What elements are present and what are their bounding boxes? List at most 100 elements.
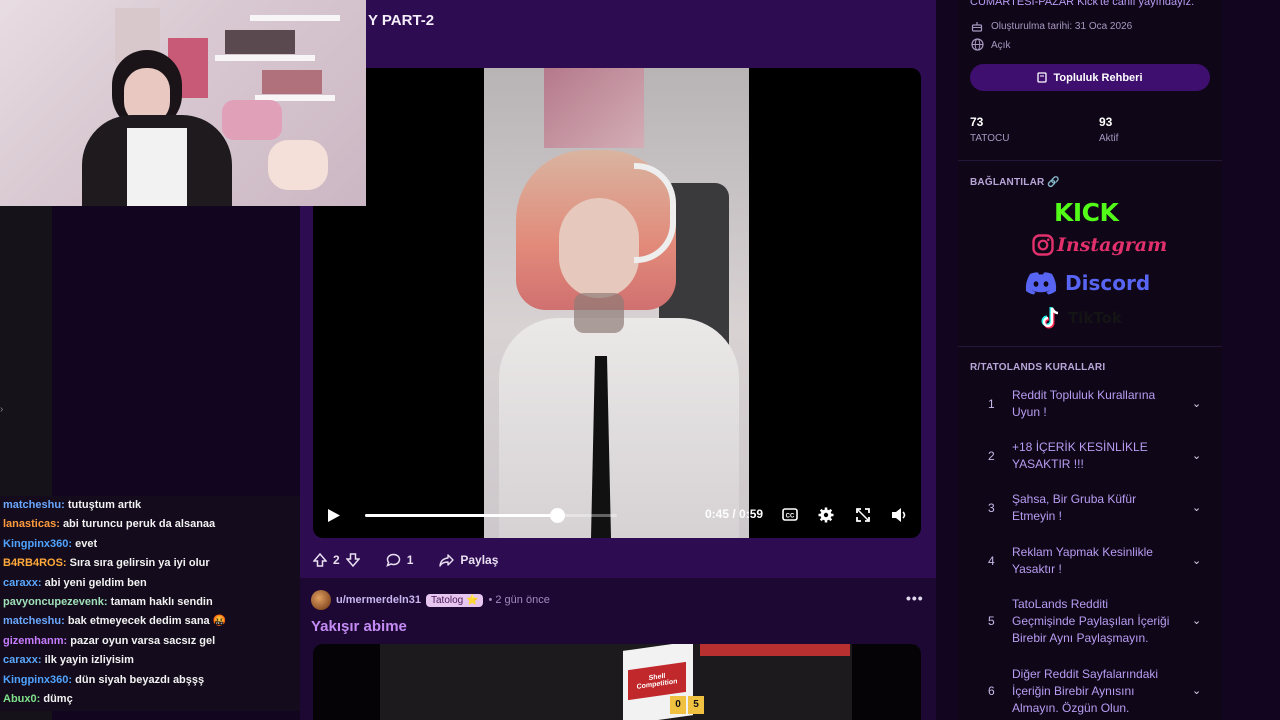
post-title[interactable]: Y PART-2: [368, 12, 434, 29]
member-count: 73: [970, 115, 984, 129]
time-display: 0:45 / 0:59: [705, 507, 764, 521]
video-player[interactable]: Shell Competition 0 5: [313, 644, 921, 720]
chat-message: lanasticas: abi turuncu peruk da alsanaa: [3, 515, 300, 534]
sign-digit: 0: [670, 696, 686, 714]
chevron-down-icon[interactable]: ⌄: [1192, 684, 1201, 697]
chat-text: abi yeni geldim ben: [44, 576, 147, 589]
rule-number: 4: [988, 554, 995, 568]
rule-text: Reklam Yapmak Kesinlikle Yasaktır !: [1012, 545, 1153, 576]
chat-username[interactable]: B4RB4ROS:: [3, 557, 67, 569]
links-heading: BAĞLANTILAR 🔗: [970, 177, 1061, 188]
kick-logo-link[interactable]: KICK: [1054, 198, 1119, 227]
post-actions: 2 1 Paylaş: [313, 548, 524, 572]
chat-message: matcheshu: bak etmeyecek dedim sana 🤬: [3, 612, 300, 631]
divider: [958, 160, 1222, 161]
chat-username[interactable]: matcheshu:: [3, 615, 65, 627]
vote-count: 2: [333, 553, 340, 567]
chat-message: pavyoncupezevenk: tamam haklı sendin: [3, 593, 300, 612]
guide-label: Topluluk Rehberi: [1053, 71, 1143, 84]
lamp: [268, 140, 328, 190]
rule-text: Şahsa, Bir Gruba Küfür Etmeyin !: [1012, 492, 1137, 523]
chat-username[interactable]: caraxx:: [3, 577, 42, 589]
visibility-status: Açık: [991, 40, 1011, 51]
chevron-down-icon[interactable]: ⌄: [1192, 397, 1201, 410]
chevron-down-icon[interactable]: ⌄: [1192, 614, 1201, 627]
play-icon[interactable]: [327, 508, 341, 523]
rule-text: Diğer Reddit Sayfalarındaki İçeriğin Bir…: [1012, 667, 1159, 715]
svg-text:CC: CC: [786, 514, 795, 520]
community-sidebar: CUMARTESİ-PAZAR Kick'te canlı yayındayız…: [958, 0, 1222, 720]
post-title[interactable]: Yakışır abime: [311, 618, 407, 635]
chat-username[interactable]: Kingpinx360:: [3, 674, 72, 686]
share-button[interactable]: Paylaş: [439, 553, 498, 567]
chat-username[interactable]: matcheshu:: [3, 499, 65, 511]
rule-text: TatoLands Redditi Geçmişinde Paylaşılan …: [1012, 597, 1170, 645]
chat-username[interactable]: caraxx:: [3, 654, 42, 666]
seek-bar[interactable]: [365, 508, 617, 523]
figurines: [225, 30, 295, 54]
rule-item[interactable]: 1 Reddit Topluluk Kurallarına Uyun ! ⌄: [970, 386, 1210, 426]
comment-count: 1: [406, 553, 414, 567]
seek-bar-thumb[interactable]: [549, 508, 565, 523]
chat-text: ilk yayin izliyisim: [44, 654, 134, 667]
rule-item[interactable]: 6 Diğer Reddit Sayfalarındaki İçeriğin B…: [970, 665, 1210, 720]
chevron-down-icon[interactable]: ⌄: [1192, 554, 1201, 567]
rule-number: 1: [988, 397, 995, 411]
stream-chat: matcheshu: tutuştum artık lanasticas: abi…: [0, 496, 300, 711]
active-count: 93: [1099, 115, 1113, 129]
arrow-down-icon[interactable]: [345, 553, 360, 567]
tiktok-logo-link[interactable]: TikTok: [1040, 306, 1122, 330]
person-face: [559, 198, 639, 298]
rule-item[interactable]: 5 TatoLands Redditi Geçmişinde Paylaşıla…: [970, 595, 1210, 651]
chat-username[interactable]: Abux0:: [3, 693, 40, 705]
chat-username[interactable]: lanasticas:: [3, 518, 60, 530]
chat-username[interactable]: Kingpinx360:: [3, 538, 72, 550]
neck-tattoo: [574, 293, 624, 333]
instagram-logo-link[interactable]: Instagram: [1032, 234, 1167, 256]
chat-message: caraxx: ilk yayin izliyisim: [3, 651, 300, 670]
chat-text: dün siyah beyazdı abşşş: [75, 673, 205, 686]
tiktok-label: TikTok: [1068, 309, 1122, 327]
rule-item[interactable]: 2 +18 İÇERİK KESİNLİKLE YASAKTIR !!! ⌄: [970, 438, 1210, 478]
created-date: Oluşturulma tarihi: 31 Oca 2026: [991, 21, 1133, 32]
video-player[interactable]: 0:45 / 0:59 CC: [313, 68, 921, 538]
streamer-shirt: [127, 128, 187, 206]
arrow-up-icon[interactable]: [313, 553, 327, 567]
instagram-icon: [1032, 234, 1054, 256]
rule-number: 6: [988, 684, 995, 698]
post-meta: u/mermerdeln31 Tatolog ⭐ • 2 gün önce: [311, 590, 550, 610]
chat-message: B4RB4ROS: Sıra sıra gelirsin ya iyi olur: [3, 554, 300, 573]
tiktok-icon: [1041, 307, 1059, 329]
volume-icon[interactable]: [891, 507, 909, 523]
chat-text: dümç: [43, 693, 73, 706]
sign-digit: 5: [688, 696, 704, 714]
avatar[interactable]: [311, 590, 331, 610]
more-options-icon[interactable]: •••: [906, 590, 924, 606]
chat-message: matcheshu: tutuştum artık: [3, 496, 300, 515]
gear-icon[interactable]: [818, 507, 834, 523]
share-icon: [439, 553, 455, 567]
chat-text: tutuştum artık: [67, 499, 142, 511]
community-guide-button[interactable]: Topluluk Rehberi: [970, 64, 1210, 91]
globe-icon: [971, 38, 984, 51]
rule-item[interactable]: 4 Reklam Yapmak Kesinlikle Yasaktır ! ⌄: [970, 543, 1210, 583]
chat-username[interactable]: pavyoncupezevenk:: [3, 596, 108, 608]
cc-icon[interactable]: CC: [782, 508, 798, 521]
rule-text: Reddit Topluluk Kurallarına Uyun !: [1012, 388, 1156, 419]
chevron-down-icon[interactable]: ⌄: [1192, 449, 1201, 462]
chat-message: caraxx: abi yeni geldim ben: [3, 574, 300, 593]
discord-logo-link[interactable]: Discord: [1024, 271, 1150, 295]
chat-username[interactable]: gizemhanm:: [3, 635, 67, 647]
rule-number: 5: [988, 614, 995, 628]
divider: [958, 346, 1222, 347]
rule-text: +18 İÇERİK KESİNLİKLE YASAKTIR !!!: [1012, 440, 1148, 471]
chevron-down-icon[interactable]: ⌄: [1192, 501, 1201, 514]
streamer: [82, 50, 232, 206]
comment-button[interactable]: 1: [385, 553, 414, 567]
video-frame: [484, 68, 749, 538]
vote-group: 2: [313, 553, 360, 567]
chat-message: Kingpinx360: evet: [3, 535, 300, 554]
expand-icon[interactable]: [856, 508, 870, 522]
post-author[interactable]: u/mermerdeln31: [336, 594, 421, 606]
rule-item[interactable]: 3 Şahsa, Bir Gruba Küfür Etmeyin ! ⌄: [970, 490, 1210, 530]
